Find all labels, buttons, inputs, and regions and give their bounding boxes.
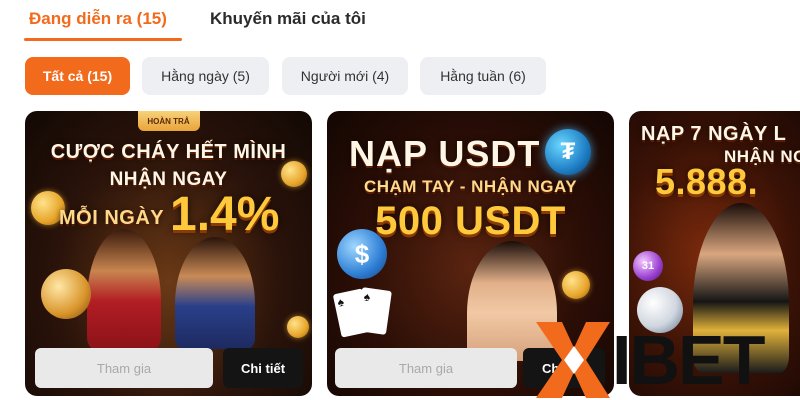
promo-headline: NẠP 7 NGÀY L	[641, 123, 787, 145]
football-icon	[41, 269, 91, 319]
join-button[interactable]: Tham gia	[35, 348, 213, 388]
tab-ongoing[interactable]: Đang diễn ra (15)	[29, 9, 167, 29]
player-figure	[87, 229, 161, 349]
ibet-wordmark: IBET	[612, 321, 765, 399]
active-tab-indicator	[24, 38, 182, 41]
ibet-watermark-logo: IBET	[534, 320, 800, 400]
dollar-coin-icon: $	[337, 229, 387, 279]
promo-card-cashback[interactable]: HOÀN TRẢ CƯỢC CHÁY HẾT MÌNH NHẬN NGAY MỖ…	[25, 111, 312, 396]
promo-prefix: MỖI NGÀY	[59, 207, 165, 229]
tab-my-promotions[interactable]: Khuyến mãi của tôi	[210, 9, 366, 29]
join-button[interactable]: Tham gia	[335, 348, 517, 388]
coin-icon	[287, 316, 309, 338]
filter-daily[interactable]: Hằng ngày (5)	[142, 57, 269, 95]
ibet-mark-icon	[536, 322, 610, 398]
coin-icon	[562, 271, 590, 299]
filter-weekly[interactable]: Hằng tuần (6)	[420, 57, 546, 95]
lottery-ball-icon: 31	[633, 251, 663, 281]
tether-coin-icon: ₮	[545, 129, 591, 175]
promo-subheadline: CHẠM TAY - NHẬN NGAY	[363, 177, 578, 196]
filter-new-users[interactable]: Người mới (4)	[282, 57, 408, 95]
player-figure	[175, 237, 255, 349]
promo-tabs: Đang diễn ra (15) Khuyến mãi của tôi	[0, 0, 800, 42]
promo-rate: 1.4%	[170, 188, 280, 241]
playing-card-icon: ♠	[356, 287, 392, 335]
detail-button[interactable]: Chi tiết	[223, 348, 303, 388]
cashback-badge: HOÀN TRẢ	[137, 111, 200, 131]
promo-headline: CƯỢC CHÁY HẾT MÌNH	[50, 141, 287, 163]
promo-headline: NẠP USDT	[349, 133, 541, 174]
promo-amount: 5.888.	[655, 161, 759, 202]
filter-all[interactable]: Tất cả (15)	[25, 57, 130, 95]
